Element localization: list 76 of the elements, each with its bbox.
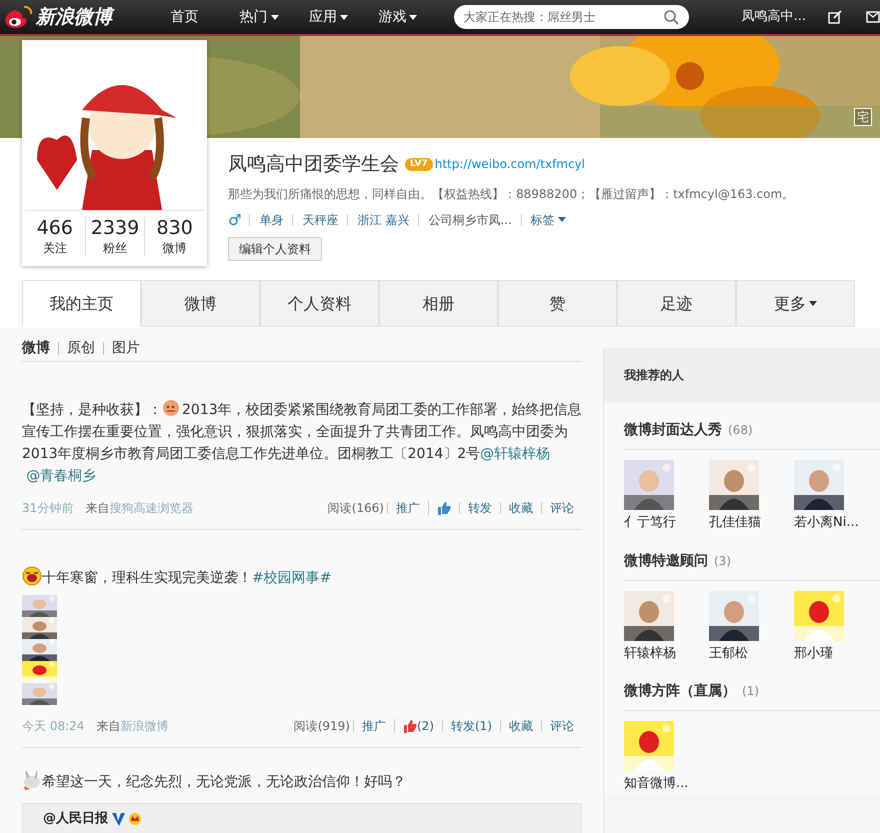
feed-filter-tab[interactable]: 图片	[103, 342, 148, 355]
profile-tag[interactable]: 浙江 嘉兴	[347, 214, 418, 226]
profile-tab[interactable]: 足迹	[617, 280, 736, 327]
emoticon-icon	[162, 398, 182, 418]
person-name-link[interactable]: 孔佳佳猫	[709, 513, 794, 532]
thumbs-up-icon	[403, 719, 417, 733]
profile-tab[interactable]: 微博	[141, 280, 260, 327]
search-field[interactable]: 大家正在热搜：屌丝男士	[454, 5, 689, 29]
logo-text[interactable]: 新浪微博	[36, 2, 112, 32]
post-text: 【坚持，是种收获】： 2013年，校团委紧紧围绕教育局团工委的工作部署，始终把信息宣传工作摆在重要位置，强化意识，狠抓落实，全面提升了共青团工作。凤鸣高中团委为2013年度桐乡市教育局团工委信息工作先进单位。团桐教工〔2014〕2号@轩辕梓杨 @青春桐乡	[22, 398, 582, 487]
section-title: 微博封面达人秀	[624, 421, 722, 440]
post-action-link[interactable]: 转发(1)	[442, 720, 500, 732]
person-name-link[interactable]: 亻亍笃行	[624, 513, 709, 532]
post-action-link[interactable]: 推广	[353, 720, 394, 732]
read-count: 阅读(919)	[294, 718, 350, 735]
post-text: 十年寒窗，理科生实现完美逆袭！#校园网事#	[22, 566, 582, 589]
post-action-link[interactable]: 收藏	[500, 502, 541, 514]
thumbs-up-icon	[437, 501, 451, 515]
section-title: 微博特邀顾问	[624, 552, 708, 570]
profile-tab[interactable]: 个人资料	[260, 280, 379, 327]
profile-tag[interactable]: 天秤座	[292, 214, 348, 226]
person-name-link[interactable]: 邢小瑾	[794, 644, 879, 663]
company-tag[interactable]: 公司桐乡市凤...	[418, 214, 521, 226]
profile-name: 凤鸣高中团委学生会	[228, 152, 399, 177]
profile-tag[interactable]: 单身	[249, 214, 292, 226]
stat-link[interactable]: 2339 粉丝	[84, 217, 144, 257]
person-name-link[interactable]: 王郁松	[709, 644, 794, 663]
nav-link[interactable]: 首页	[170, 6, 240, 28]
nav-link[interactable]: 应用	[308, 6, 378, 28]
post-action-link[interactable]: 收藏	[500, 720, 541, 732]
read-count: 阅读(166)	[328, 500, 384, 517]
feed-filter-tab[interactable]: 原创	[58, 342, 103, 355]
edit-icon[interactable]	[828, 10, 842, 24]
profile-tab[interactable]: 相册	[379, 280, 498, 327]
source-label: 来自	[85, 500, 110, 517]
edit-profile-button[interactable]: 编辑个人资料	[228, 237, 322, 261]
person-name-link[interactable]: 知音微博...	[624, 774, 709, 794]
cover-badge[interactable]: 宅	[854, 108, 872, 126]
post-link[interactable]: #校园网事#	[252, 570, 332, 586]
rabbit-icon	[22, 770, 42, 790]
section-title: 微博方阵（直属）	[624, 682, 736, 701]
mail-icon[interactable]	[866, 11, 880, 23]
person-name-link[interactable]: 轩辕梓杨	[624, 644, 709, 663]
profile-tab[interactable]: 赞	[498, 280, 617, 327]
stat-link[interactable]: 830 微博	[144, 217, 204, 257]
nav-link[interactable]: 游戏	[378, 6, 448, 28]
profile-tab[interactable]: 更多	[736, 280, 855, 327]
search-icon	[662, 9, 679, 25]
like-button[interactable]: (2)	[394, 719, 442, 733]
post-action-link[interactable]: 推广	[387, 502, 428, 514]
post-link[interactable]: @青春桐乡	[26, 468, 96, 484]
section-count: (1)	[742, 683, 759, 700]
sidebar-title: 我推荐的人	[604, 348, 880, 402]
post-text: 希望这一天，纪念先烈，无论党派，无论政治信仰！好吗？	[22, 770, 582, 793]
weibo-logo-icon	[3, 4, 33, 30]
nav-link[interactable]: 热门	[240, 6, 309, 28]
level-badge: LV7	[405, 158, 433, 171]
laughing-face-icon	[22, 566, 42, 586]
post-link[interactable]: @轩辕梓杨	[480, 446, 550, 462]
section-count: (68)	[728, 422, 753, 439]
post-action-link[interactable]: 转发	[459, 502, 500, 514]
caret-icon	[558, 217, 566, 222]
profile-url-link[interactable]: http://weibo.com/txfmcyl	[434, 155, 586, 174]
gender-icon: ♂	[228, 208, 250, 231]
post-action-link[interactable]: 评论	[541, 720, 582, 732]
tag-menu[interactable]: 标签	[520, 214, 575, 226]
bio-text: 那些为我们所痛恨的思想，同样自由。【权益热线】：88988200；【雁过留声】：txfmcyl@163.com。	[228, 186, 796, 202]
feed-filter-tab[interactable]: 微博	[22, 342, 58, 355]
profile-tab[interactable]: 我的主页	[22, 280, 141, 327]
author-link[interactable]: @人民日报	[43, 808, 108, 830]
stat-link[interactable]: 466 关注	[25, 217, 85, 257]
person-name-link[interactable]: 若小离Ni...	[794, 513, 879, 532]
section-count: (3)	[714, 552, 731, 570]
source-label: 来自	[96, 718, 120, 735]
user-name-link[interactable]: 凤鸣高中...	[742, 7, 806, 27]
post-action-link[interactable]: 评论	[541, 502, 582, 514]
